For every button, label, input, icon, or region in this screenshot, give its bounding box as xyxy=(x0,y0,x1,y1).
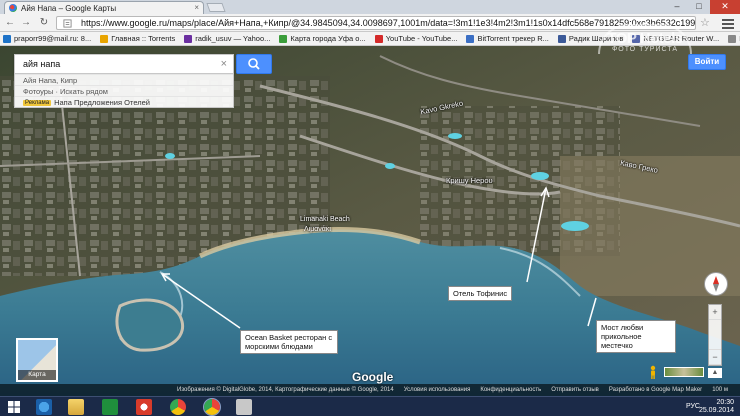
screen: Айя Напа – Google Карты × – □ ✕ ← → ↻ ht… xyxy=(0,0,740,416)
chrome-icon[interactable] xyxy=(170,399,186,415)
annotation-bridge: Мост любви прикольное местечко xyxy=(596,320,676,353)
watermark-arc xyxy=(598,24,692,54)
bookmark-item[interactable]: radik_usuv — Yahoo... xyxy=(181,34,276,43)
zoom-in-button[interactable]: + xyxy=(709,305,721,320)
bookmark-item[interactable]: praporr99@mail.ru: 8... xyxy=(0,34,97,43)
bookmark-favicon-icon xyxy=(374,34,383,43)
tab-google-maps[interactable]: Айя Напа – Google Карты × xyxy=(4,1,204,14)
bookmark-favicon-icon xyxy=(466,34,475,43)
bookmark-item[interactable]: BitTorrent трекер R... xyxy=(463,34,554,43)
zoom-control: + − xyxy=(708,304,722,366)
media-app-icon[interactable] xyxy=(136,399,152,415)
bookmark-label: BitTorrent трекер R... xyxy=(477,34,549,43)
suggestion-ad-item[interactable]: Реклама Напа Предложения Отелей xyxy=(15,96,233,107)
chrome-menu-icon[interactable] xyxy=(722,17,734,29)
tab-bar: Айя Напа – Google Карты × – □ ✕ xyxy=(0,0,740,14)
maximize-button[interactable]: □ xyxy=(688,0,710,14)
window-controls: – □ ✕ xyxy=(666,0,740,14)
bookmark-favicon-icon xyxy=(184,34,193,43)
google-maps-favicon-icon xyxy=(9,4,17,12)
search-query: айя напа xyxy=(23,59,61,69)
bookmark-label: Карта города Уфа о... xyxy=(290,34,366,43)
bookmark-label: praporr99@mail.ru: 8... xyxy=(14,34,92,43)
search-suggestions: Айя Напа, Кипр Фотоуры · Искать рядом Ре… xyxy=(14,74,234,108)
compass-rotate-control[interactable] xyxy=(704,272,728,296)
tab-title: Айя Напа – Google Карты xyxy=(21,4,117,13)
search-button[interactable] xyxy=(236,54,272,74)
clock-time: 20:30 xyxy=(716,399,734,406)
new-tab-button[interactable] xyxy=(206,3,226,12)
file-explorer-icon[interactable] xyxy=(68,399,84,415)
bookmark-item[interactable]: Главная :: Torrents xyxy=(97,34,181,43)
address-bar[interactable]: https://www.google.ru/maps/place/Айя+Нап… xyxy=(56,16,696,30)
map-type-toggle[interactable]: Карта xyxy=(16,338,58,382)
footer-link: Изображения © DigitalGlobe, 2014, Картог… xyxy=(177,387,394,393)
zoom-out-button[interactable]: − xyxy=(709,350,721,365)
bookmark-favicon-icon xyxy=(728,34,737,43)
reload-icon[interactable]: ↻ xyxy=(38,17,50,29)
annotation-hotel: Отель Тофинис xyxy=(448,286,513,301)
clear-search-icon[interactable]: × xyxy=(221,58,227,70)
bookmark-label: YouTube - YouTube... xyxy=(385,34,458,43)
language-indicator[interactable]: РУС xyxy=(686,403,700,410)
back-arrow-icon[interactable]: ← xyxy=(4,17,16,29)
road-label: Кришу Нерου xyxy=(446,176,493,185)
bookmark-favicon-icon xyxy=(3,34,11,43)
suggestion-item[interactable]: Айя Напа, Кипр xyxy=(15,74,233,85)
close-tab-icon[interactable]: × xyxy=(194,3,199,12)
windows-start-icon[interactable] xyxy=(6,399,22,415)
search-icon xyxy=(248,58,260,70)
footer-link[interactable]: Конфиденциальность xyxy=(480,387,541,393)
url-text: https://www.google.ru/maps/place/Айя+Нап… xyxy=(81,18,696,28)
ad-badge: Реклама xyxy=(23,99,52,106)
pegman-icon[interactable] xyxy=(648,365,658,379)
expand-imagery-icon[interactable]: ▲ xyxy=(708,368,722,378)
place-label: Limanaki Beach xyxy=(300,216,350,223)
bookmark-label: Главная :: Torrents xyxy=(111,34,176,43)
bookmark-favicon-icon xyxy=(279,34,288,43)
clock-date: 25.09.2014 xyxy=(698,407,734,414)
place-label: Λιμανάκι xyxy=(304,226,331,233)
bookmark-item[interactable]: Metallica Fan обо... xyxy=(725,34,740,43)
store-icon[interactable] xyxy=(102,399,118,415)
footer-link[interactable]: Условия использования xyxy=(404,387,471,393)
windows-taskbar: РУС 20:30 25.09.2014 xyxy=(0,396,740,416)
tophotels-watermark: TOP Hotels ФОТО ТУРИСТА xyxy=(590,24,700,70)
annotation-ocean-basket: Ocean Basket ресторан с морскими блюдами xyxy=(240,330,338,354)
footer-link[interactable]: 100 м xyxy=(712,387,728,393)
compass-icon xyxy=(713,276,719,292)
page-icon xyxy=(63,19,72,28)
bookmark-item[interactable]: Карта города Уфа о... xyxy=(276,34,371,43)
zoom-slider[interactable] xyxy=(709,320,721,350)
map-search-input[interactable]: айя напа × xyxy=(14,54,234,74)
bookmark-label: radik_usuv — Yahoo... xyxy=(195,34,271,43)
map-footer: Изображения © DigitalGlobe, 2014, Картог… xyxy=(0,384,740,396)
google-logo: Google xyxy=(352,370,394,384)
bookmark-favicon-icon xyxy=(557,34,566,43)
chrome-active-icon[interactable] xyxy=(203,398,221,416)
footer-link[interactable]: Разработано в Google Map Maker xyxy=(609,387,702,393)
footer-link[interactable]: Отправить отзыв xyxy=(551,387,599,393)
bookmark-favicon-icon xyxy=(100,34,109,43)
bookmark-item[interactable]: YouTube - YouTube... xyxy=(372,34,464,43)
internet-explorer-icon[interactable] xyxy=(36,399,52,415)
forward-arrow-icon[interactable]: → xyxy=(20,17,32,29)
map-type-label: Карта xyxy=(18,370,56,380)
close-window-button[interactable]: ✕ xyxy=(710,0,740,14)
paint-app-icon[interactable] xyxy=(236,399,252,415)
minimize-button[interactable]: – xyxy=(666,0,688,14)
bookmark-star-icon[interactable]: ☆ xyxy=(700,16,710,29)
imagery-strip[interactable] xyxy=(664,367,704,377)
system-clock[interactable]: 20:30 25.09.2014 xyxy=(699,399,734,415)
suggestion-item[interactable]: Фотоуры · Искать рядом xyxy=(15,85,233,96)
